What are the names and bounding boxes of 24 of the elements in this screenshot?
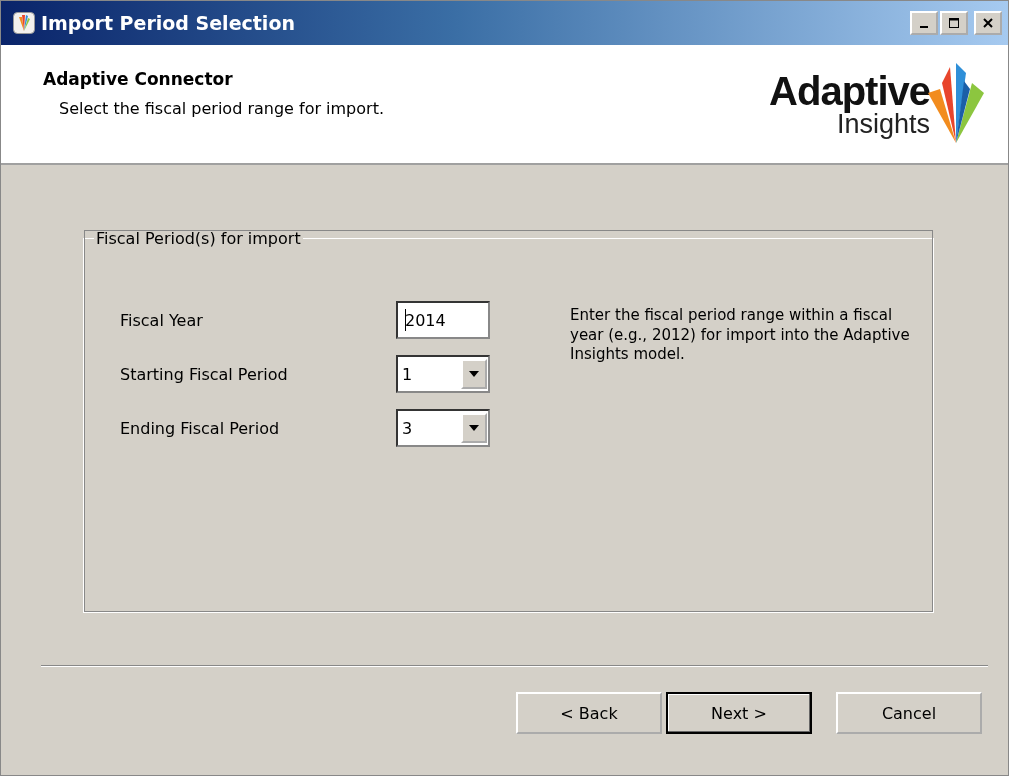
dropdown[interactable]: 3 <box>396 409 490 447</box>
field-label: Starting Fiscal Period <box>120 364 289 384</box>
close-button[interactable] <box>974 11 1002 35</box>
help-text: Enter the fiscal period range within a fiscal year (e.g., 2012) for import into the Adaptive Insights model. <box>570 306 910 365</box>
dropdown-arrow-icon <box>469 371 479 377</box>
field-label: Ending Fiscal Period <box>120 418 281 438</box>
minimize-button[interactable] <box>910 11 938 35</box>
app-icon <box>13 12 35 34</box>
dropdown[interactable]: 1 <box>396 355 490 393</box>
logo-text: Adaptive <box>769 70 930 111</box>
text-field[interactable]: 2014 <box>396 301 490 339</box>
maximize-icon <box>949 18 959 28</box>
wizard-button[interactable]: Next > <box>666 692 812 734</box>
dropdown-arrow-icon <box>469 425 479 431</box>
close-icon <box>983 18 993 28</box>
page-subtitle: Select the fiscal period range for import. <box>59 99 384 118</box>
group-title: Fiscal Period(s) for import <box>95 229 302 248</box>
field-label: Fiscal Year <box>120 310 204 330</box>
minimize-icon <box>920 26 928 28</box>
window-title: Import Period Selection <box>41 12 295 34</box>
wizard-button[interactable]: < Back <box>516 692 662 734</box>
wizard-button[interactable]: Cancel <box>836 692 982 734</box>
maximize-button[interactable] <box>940 11 968 35</box>
page-title: Adaptive Connector <box>43 69 234 89</box>
